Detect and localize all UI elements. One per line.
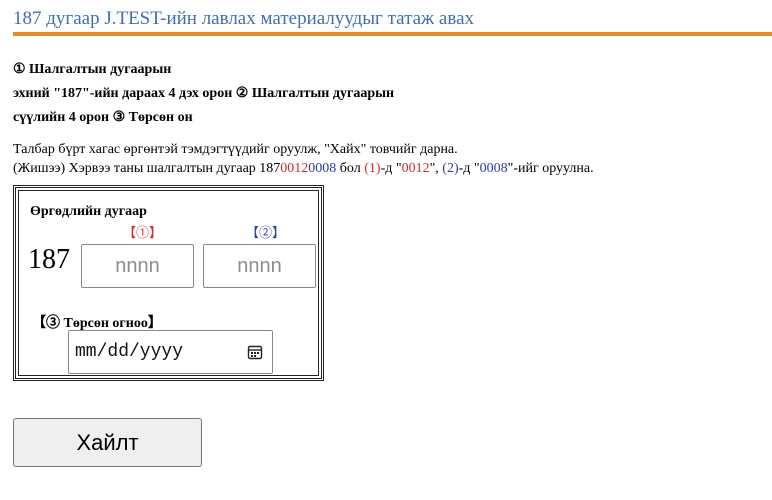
birth-date-input[interactable]: mm/dd/yyyy (68, 330, 273, 374)
example-mid-2: -д " (380, 161, 402, 176)
date-placeholder: mm/dd/yyyy (75, 342, 184, 362)
field-marker-2: 【②】 (246, 225, 286, 240)
calendar-icon[interactable] (247, 344, 263, 360)
instruction-line-3: сүүлийн 4 орон ③ Төрсөн он (13, 110, 193, 125)
instruction-line-1: ① Шалгалтын дугаарын (13, 62, 172, 77)
example-mid-4: -д " (458, 161, 480, 176)
note-example-line: (Жишээ) Хэрвээ таны шалгалтын дугаар 187… (13, 159, 594, 178)
example-marker-1: (1) (364, 161, 381, 176)
instructions: ① Шалгалтын дугаарын эхний "187"-ийн дар… (13, 58, 394, 130)
example-prefix: (Жишээ) Хэрвээ таны шалгалтын дугаар 187 (13, 161, 281, 176)
example-mid-1: бол (336, 161, 365, 176)
title-divider (13, 32, 772, 36)
example-marker-2: (2) (442, 161, 459, 176)
instruction-line-2: эхний "187"-ийн дараах 4 дэх орон ② Шалг… (13, 86, 395, 101)
input-note: Талбар бүрт хагас өргөнтэй тэмдэгтүүдийг… (13, 140, 594, 178)
birth-date-label: 【③ Төрсөн огноо】 (32, 316, 162, 331)
example-value-2: 0008 (479, 161, 508, 176)
example-suffix: "-ийг оруулна. (507, 161, 594, 176)
note-line-1: Талбар бүрт хагас өргөнтэй тэмдэгтүүдийг… (13, 142, 458, 157)
code-part-2-input[interactable] (203, 244, 316, 288)
example-number-blue: 0008 (308, 161, 337, 176)
search-button[interactable]: Хайлт (13, 418, 202, 467)
example-mid-3: ", (429, 161, 443, 176)
form-heading: Өргөдлийн дугаар (30, 204, 147, 219)
application-number-form: Өргөдлийн дугаар 【①】 【②】 187 【③ Төрсөн о… (13, 185, 324, 381)
example-value-1: 0012 (401, 161, 430, 176)
number-prefix: 187 (28, 244, 70, 275)
example-number-red: 0012 (280, 161, 309, 176)
field-marker-1: 【①】 (123, 225, 163, 240)
page-title: 187 дугаар J.TEST-ийн лавлах материалууд… (13, 8, 475, 29)
code-part-1-input[interactable] (81, 244, 194, 288)
